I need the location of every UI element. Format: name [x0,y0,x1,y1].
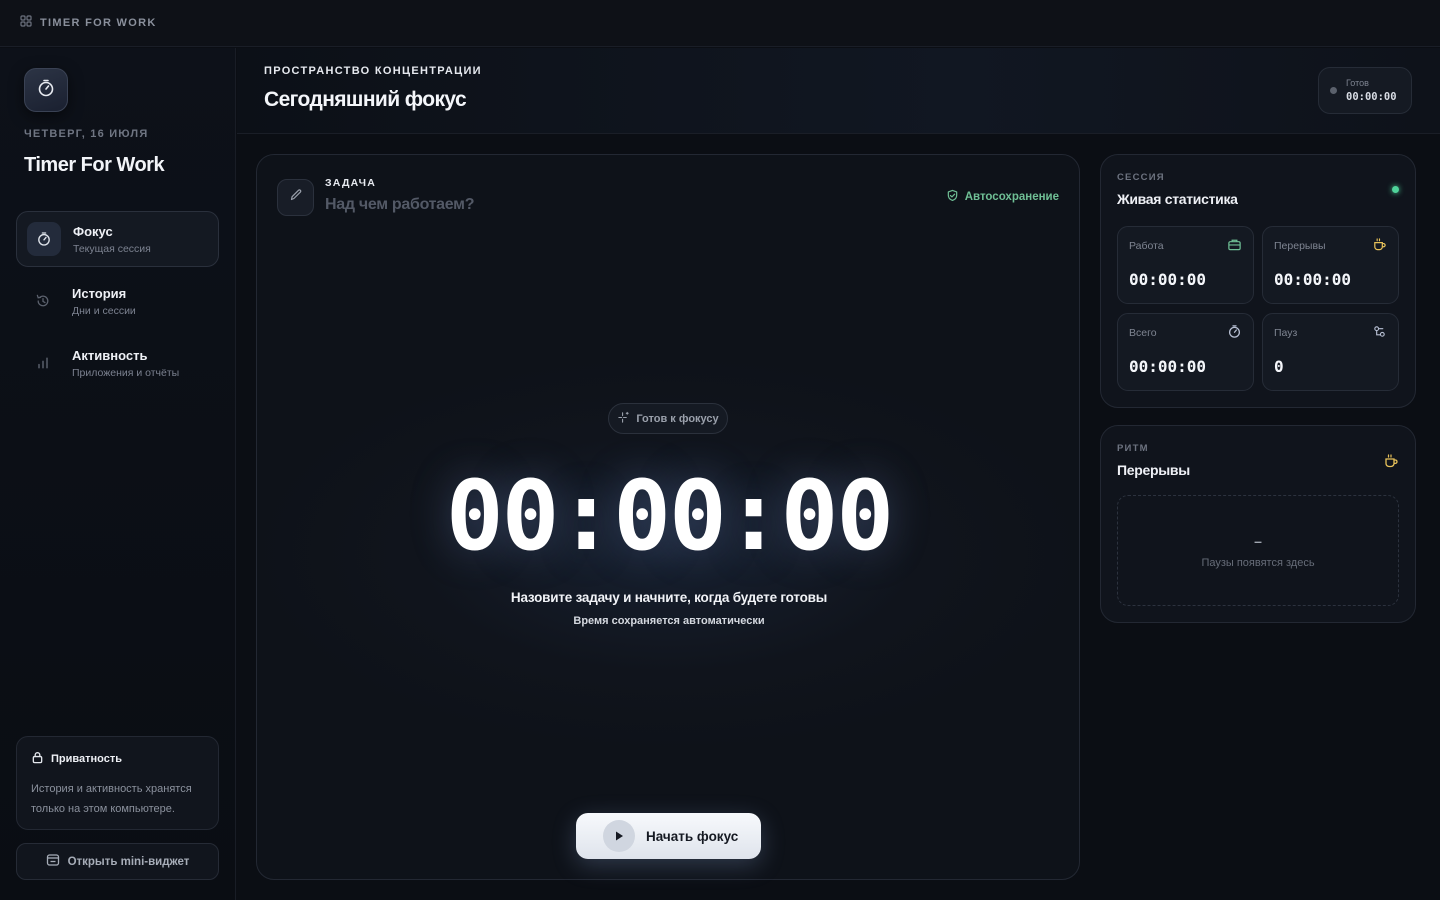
stopwatch-icon [36,78,56,103]
stat-value: 00:00:00 [1274,270,1352,289]
live-indicator [1392,186,1399,193]
session-stats-card: СЕССИЯ Живая статистика Работа 00:00:00 … [1100,154,1416,408]
card-overline: РИТМ [1117,443,1149,454]
current-date: ЧЕТВЕРГ, 16 ИЮЛЯ [24,128,149,140]
mini-widget-label: Открыть mini-виджет [67,855,190,868]
stat-work: Работа 00:00:00 [1117,226,1254,304]
empty-dash: – [1254,532,1262,549]
stat-pauses: Пауз 0 [1262,313,1399,391]
sidebar-item-label: Фокус [73,223,113,239]
section-overline: ПРОСТРАНСТВО КОНЦЕНТРАЦИИ [264,65,482,77]
ready-chip-label: Готов к фокусу [636,412,719,425]
shield-check-icon [946,189,959,205]
sidebar-item-history[interactable]: История Дни и сессии [16,273,219,329]
hint-primary: Назовите задачу и начните, когда будете … [510,590,828,605]
stat-value: 00:00:00 [1129,270,1207,289]
privacy-title: Приватность [51,753,122,765]
lock-icon [31,751,44,767]
window-title: TIMER FOR WORK [40,17,157,29]
status-badge: Готов 00:00:00 [1318,67,1412,114]
breaks-card: РИТМ Перерывы – Паузы появятся здесь [1100,425,1416,623]
privacy-text: История и активность хранятся только на … [31,783,192,815]
app-grid-icon [20,14,32,32]
sparkle-icon [617,411,630,427]
sidebar-item-activity[interactable]: Активность Приложения и отчёты [16,335,219,391]
sidebar: ЧЕТВЕРГ, 16 ИЮЛЯ Timer For Work Фокус Те… [0,48,236,900]
stat-value: 00:00:00 [1129,357,1207,376]
sidebar-item-label: Активность [72,347,148,363]
page-title: Сегодняшний фокус [264,88,467,111]
status-time: 00:00:00 [1346,91,1397,103]
stat-value: 0 [1274,357,1284,376]
stat-breaks: Перерывы 00:00:00 [1262,226,1399,304]
sidebar-item-sublabel: Дни и сессии [72,304,136,317]
coffee-icon [1383,453,1399,474]
coffee-icon [1372,237,1387,257]
card-title: Перерывы [1117,462,1190,478]
pencil-icon [289,188,303,207]
app-title: Timer For Work [24,154,165,176]
sidebar-item-sublabel: Текущая сессия [73,242,151,255]
card-overline: СЕССИЯ [1117,172,1165,183]
start-focus-label: Начать фокус [646,828,739,844]
stopwatch-icon [1227,324,1242,344]
main-timer: 00:00:00 [445,460,894,572]
pause-flow-icon [1372,324,1387,344]
task-label: ЗАДАЧА [325,177,376,189]
autosave-label: Автосохранение [964,191,1059,203]
card-title: Живая статистика [1117,191,1238,207]
hint-secondary: Время сохраняется автоматически [573,615,765,627]
privacy-card: Приватность История и активность хранятс… [16,736,219,830]
focus-card: ЗАДАЧА Автосохранение Готов к фокусу 00:… [256,154,1080,880]
sidebar-item-focus[interactable]: Фокус Текущая сессия [16,211,219,267]
briefcase-icon [1227,237,1242,257]
task-input[interactable] [325,193,885,217]
autosave-indicator: Автосохранение [946,189,1059,205]
title-bar: TIMER FOR WORK [0,0,1440,47]
stopwatch-icon [27,222,61,256]
bar-chart-icon [26,346,60,380]
stat-label: Пауз [1274,327,1298,339]
stat-total: Всего 00:00:00 [1117,313,1254,391]
stat-label: Перерывы [1274,240,1326,252]
stat-label: Работа [1129,240,1164,252]
ready-chip: Готов к фокусу [608,403,728,434]
edit-task-button[interactable] [277,179,314,216]
main-header: ПРОСТРАНСТВО КОНЦЕНТРАЦИИ Сегодняшний фо… [237,48,1440,134]
history-icon [26,284,60,318]
breaks-empty-state: – Паузы появятся здесь [1117,495,1399,606]
play-icon [603,820,635,852]
stat-label: Всего [1129,327,1157,339]
widget-icon [46,853,60,870]
start-focus-button[interactable]: Начать фокус [576,813,761,859]
status-dot [1330,87,1337,94]
sidebar-item-sublabel: Приложения и отчёты [72,366,180,379]
empty-message: Паузы появятся здесь [1201,556,1315,569]
app-logo [24,68,68,112]
status-label: Готов [1346,78,1369,88]
open-mini-widget-button[interactable]: Открыть mini-виджет [16,843,219,880]
sidebar-item-label: История [72,285,127,301]
